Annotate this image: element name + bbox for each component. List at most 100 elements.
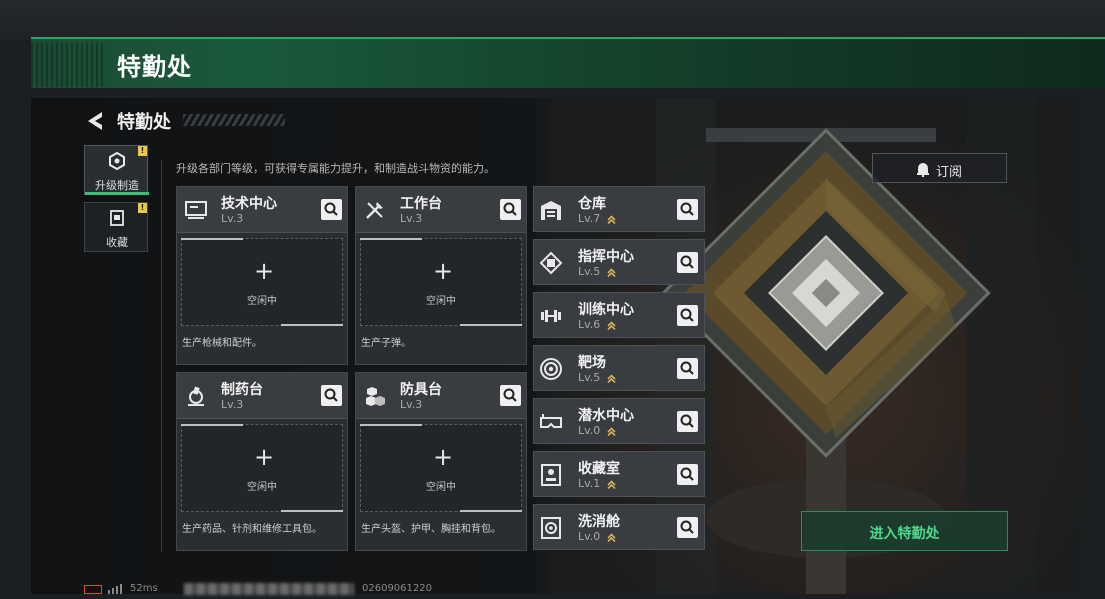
microscope-icon (188, 386, 204, 406)
ping-readout: 52ms (130, 583, 158, 594)
title-bar: 特勤处 (31, 37, 1105, 88)
enter-special-ops-button[interactable]: 进入特勤处 (801, 511, 1008, 551)
upgrade-arrow-icon (607, 374, 616, 383)
upgrade-arrow-icon (607, 480, 616, 489)
tab-collection[interactable]: ! 收藏 (84, 202, 148, 252)
facility-command-center[interactable]: 指挥中心 Lv.5 (533, 239, 705, 285)
workstation-card-workbench[interactable]: 工作台 Lv.3 + 空闲中 生产子弹。 (355, 186, 527, 365)
dumbbell-icon (541, 310, 561, 322)
subscribe-button[interactable]: 订阅 (872, 153, 1007, 183)
page-title: 特勤处 (117, 112, 171, 133)
tab-label: 收藏 (106, 236, 128, 249)
facility-decontamination-chamber[interactable]: 洗消舱 Lv.0 (533, 504, 705, 550)
facility-level: Lv.6 (578, 318, 601, 331)
add-production-icon: + (254, 443, 275, 471)
facility-collection-room[interactable]: 收藏室 Lv.1 (533, 451, 705, 497)
workstation-card-armor-bench[interactable]: 防具台 Lv.3 + 空闲中 生产头盔、护甲、胸挂和背包。 (355, 372, 527, 551)
card-name: 工作台 (400, 196, 442, 212)
search-icon[interactable] (677, 464, 698, 485)
facility-level: Lv.0 (578, 530, 601, 543)
subscribe-label: 订阅 (936, 165, 963, 180)
card-header: 工作台 Lv.3 (356, 187, 526, 233)
card-level: Lv.3 (400, 212, 423, 225)
title-stripes-decoration (183, 114, 285, 126)
tab-divider (161, 160, 162, 552)
production-slot[interactable]: + 空闲中 (181, 424, 343, 512)
search-icon[interactable] (677, 358, 698, 379)
add-production-icon: + (433, 443, 454, 471)
outer-top-frame (0, 0, 1105, 40)
facility-level: Lv.5 (578, 371, 601, 384)
facility-level: Lv.1 (578, 477, 601, 490)
slot-status: 空闲中 (426, 296, 456, 307)
card-header: 技术中心 Lv.3 (177, 187, 347, 233)
diving-goggles-icon (540, 414, 562, 428)
card-level: Lv.3 (400, 398, 423, 411)
tab-upgrade-build[interactable]: ! 升级制造 (84, 145, 149, 195)
search-icon[interactable] (677, 517, 698, 538)
facility-warehouse[interactable]: 仓库 Lv.7 (533, 186, 705, 232)
blurred-player-name (184, 583, 354, 595)
upgrade-build-icon (109, 152, 125, 170)
tab-alert-badge: ! (138, 203, 147, 213)
production-slot[interactable]: + 空闲中 (360, 424, 522, 512)
signal-icon (108, 584, 122, 594)
enter-button-label: 进入特勤处 (869, 526, 940, 542)
search-icon[interactable] (677, 411, 698, 432)
facility-name: 仓库 (578, 196, 606, 212)
production-slot[interactable]: + 空闲中 (360, 238, 522, 326)
production-slot[interactable]: + 空闲中 (181, 238, 343, 326)
upgrade-arrow-icon (607, 321, 616, 330)
slot-status: 空闲中 (247, 296, 277, 307)
collection-icon (110, 210, 124, 226)
search-icon[interactable] (677, 252, 698, 273)
target-icon (540, 358, 562, 380)
search-icon[interactable] (321, 199, 342, 220)
card-header: 制药台 Lv.3 (177, 373, 347, 419)
upgrade-arrow-icon (607, 533, 616, 542)
add-production-icon: + (433, 257, 454, 285)
card-description: 生产头盔、护甲、胸挂和背包。 (361, 524, 501, 535)
slot-status: 空闲中 (426, 482, 456, 493)
tools-icon (366, 202, 383, 219)
slot-status: 空闲中 (247, 482, 277, 493)
facility-diving-center[interactable]: 潜水中心 Lv.0 (533, 398, 705, 444)
command-chip-icon (539, 251, 563, 275)
facility-name: 收藏室 (578, 461, 620, 477)
hazard-chamber-icon (541, 517, 561, 539)
facility-name: 指挥中心 (578, 249, 634, 265)
search-icon[interactable] (321, 385, 342, 406)
workstation-card-pharmacy[interactable]: 制药台 Lv.3 + 空闲中 生产药品、针剂和维修工具包。 (176, 372, 348, 551)
card-level: Lv.3 (221, 212, 244, 225)
workstation-card-tech-center[interactable]: 技术中心 Lv.3 + 空闲中 生产枪械和配件。 (176, 186, 348, 365)
facility-training-center[interactable]: 训练中心 Lv.6 (533, 292, 705, 338)
subscribe-icon (917, 163, 929, 177)
facility-name: 靶场 (578, 355, 606, 371)
card-description: 生产子弹。 (361, 338, 411, 349)
title-notch-decoration (31, 43, 103, 87)
upgrade-arrow-icon (607, 215, 616, 224)
upgrade-arrow-icon (607, 268, 616, 277)
search-icon[interactable] (677, 305, 698, 326)
back-arrow-icon[interactable] (86, 110, 106, 132)
card-level: Lv.3 (221, 398, 244, 411)
search-icon[interactable] (677, 199, 698, 220)
armor-boxes-icon (366, 387, 385, 406)
tab-alert-badge: ! (138, 146, 147, 156)
computer-icon (185, 201, 207, 219)
facility-name: 潜水中心 (578, 408, 634, 424)
card-name: 技术中心 (221, 196, 277, 212)
search-icon[interactable] (500, 385, 521, 406)
card-name: 制药台 (221, 382, 263, 398)
card-header: 防具台 Lv.3 (356, 373, 526, 419)
warehouse-icon (541, 201, 561, 220)
page-description: 升级各部门等级，可获得专属能力提升，和制造战斗物资的能力。 (176, 162, 495, 175)
player-uid: 02609061220 (362, 583, 432, 594)
facility-level: Lv.5 (578, 265, 601, 278)
upgrade-arrow-icon (607, 427, 616, 436)
facility-shooting-range[interactable]: 靶场 Lv.5 (533, 345, 705, 391)
facility-level: Lv.0 (578, 424, 601, 437)
search-icon[interactable] (500, 199, 521, 220)
tab-label: 升级制造 (95, 179, 139, 192)
card-description: 生产枪械和配件。 (182, 338, 262, 349)
